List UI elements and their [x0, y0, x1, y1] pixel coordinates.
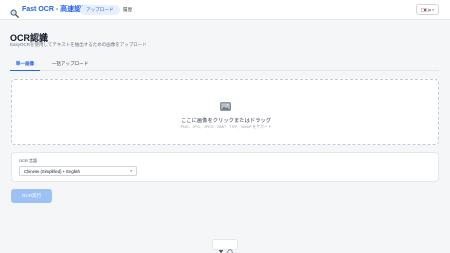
- mode-tabs: 単一画像 一括アップロード: [10, 57, 439, 71]
- brand[interactable]: Fast OCR - 高速認識: [10, 4, 89, 18]
- language-switcher[interactable]: ja ▾: [416, 4, 439, 15]
- top-header: Fast OCR - 高速認識 アップロード 履歴 ja ▾: [0, 0, 450, 20]
- ocr-language-select[interactable]: Chinese (Simplified) + English ▾: [19, 166, 137, 176]
- flag-japan-icon: [421, 7, 428, 12]
- ocr-language-value: Chinese (Simplified) + English: [24, 169, 80, 174]
- bottom-toolbar: [212, 239, 238, 253]
- run-ocr-button[interactable]: OCR実行: [11, 189, 52, 203]
- brand-title: Fast OCR - 高速認識: [22, 6, 89, 13]
- language-code: ja: [428, 7, 432, 12]
- page-subtitle: EasyOCRを使用してテキストを抽出するための画像をアップロード: [10, 42, 147, 47]
- image-dropzone[interactable]: ここに画像をクリックまたはドラッグ PNG、JPG、JPEG、BMP、TIFF、…: [11, 79, 439, 145]
- nav-history[interactable]: 履歴: [123, 5, 132, 15]
- record-icon[interactable]: [226, 242, 233, 253]
- chevron-down-icon: ▾: [432, 7, 434, 12]
- filter-icon[interactable]: [218, 242, 224, 253]
- nav-upload[interactable]: アップロード: [80, 5, 120, 15]
- tab-single-image[interactable]: 単一画像: [10, 57, 40, 71]
- dropzone-label: ここに画像をクリックまたはドラッグ: [180, 118, 272, 124]
- chevron-down-icon: ▾: [130, 169, 132, 173]
- tab-bulk-upload[interactable]: 一括アップロード: [50, 57, 90, 71]
- magnifier-icon: [10, 5, 19, 18]
- dropzone-hint: PNG、JPG、JPEG、BMP、TIFF、WebP をサポート: [180, 125, 272, 129]
- ocr-language-card: OCR 言語 Chinese (Simplified) + English ▾: [11, 152, 439, 182]
- ocr-language-label: OCR 言語: [19, 158, 37, 163]
- image-icon: [220, 98, 231, 111]
